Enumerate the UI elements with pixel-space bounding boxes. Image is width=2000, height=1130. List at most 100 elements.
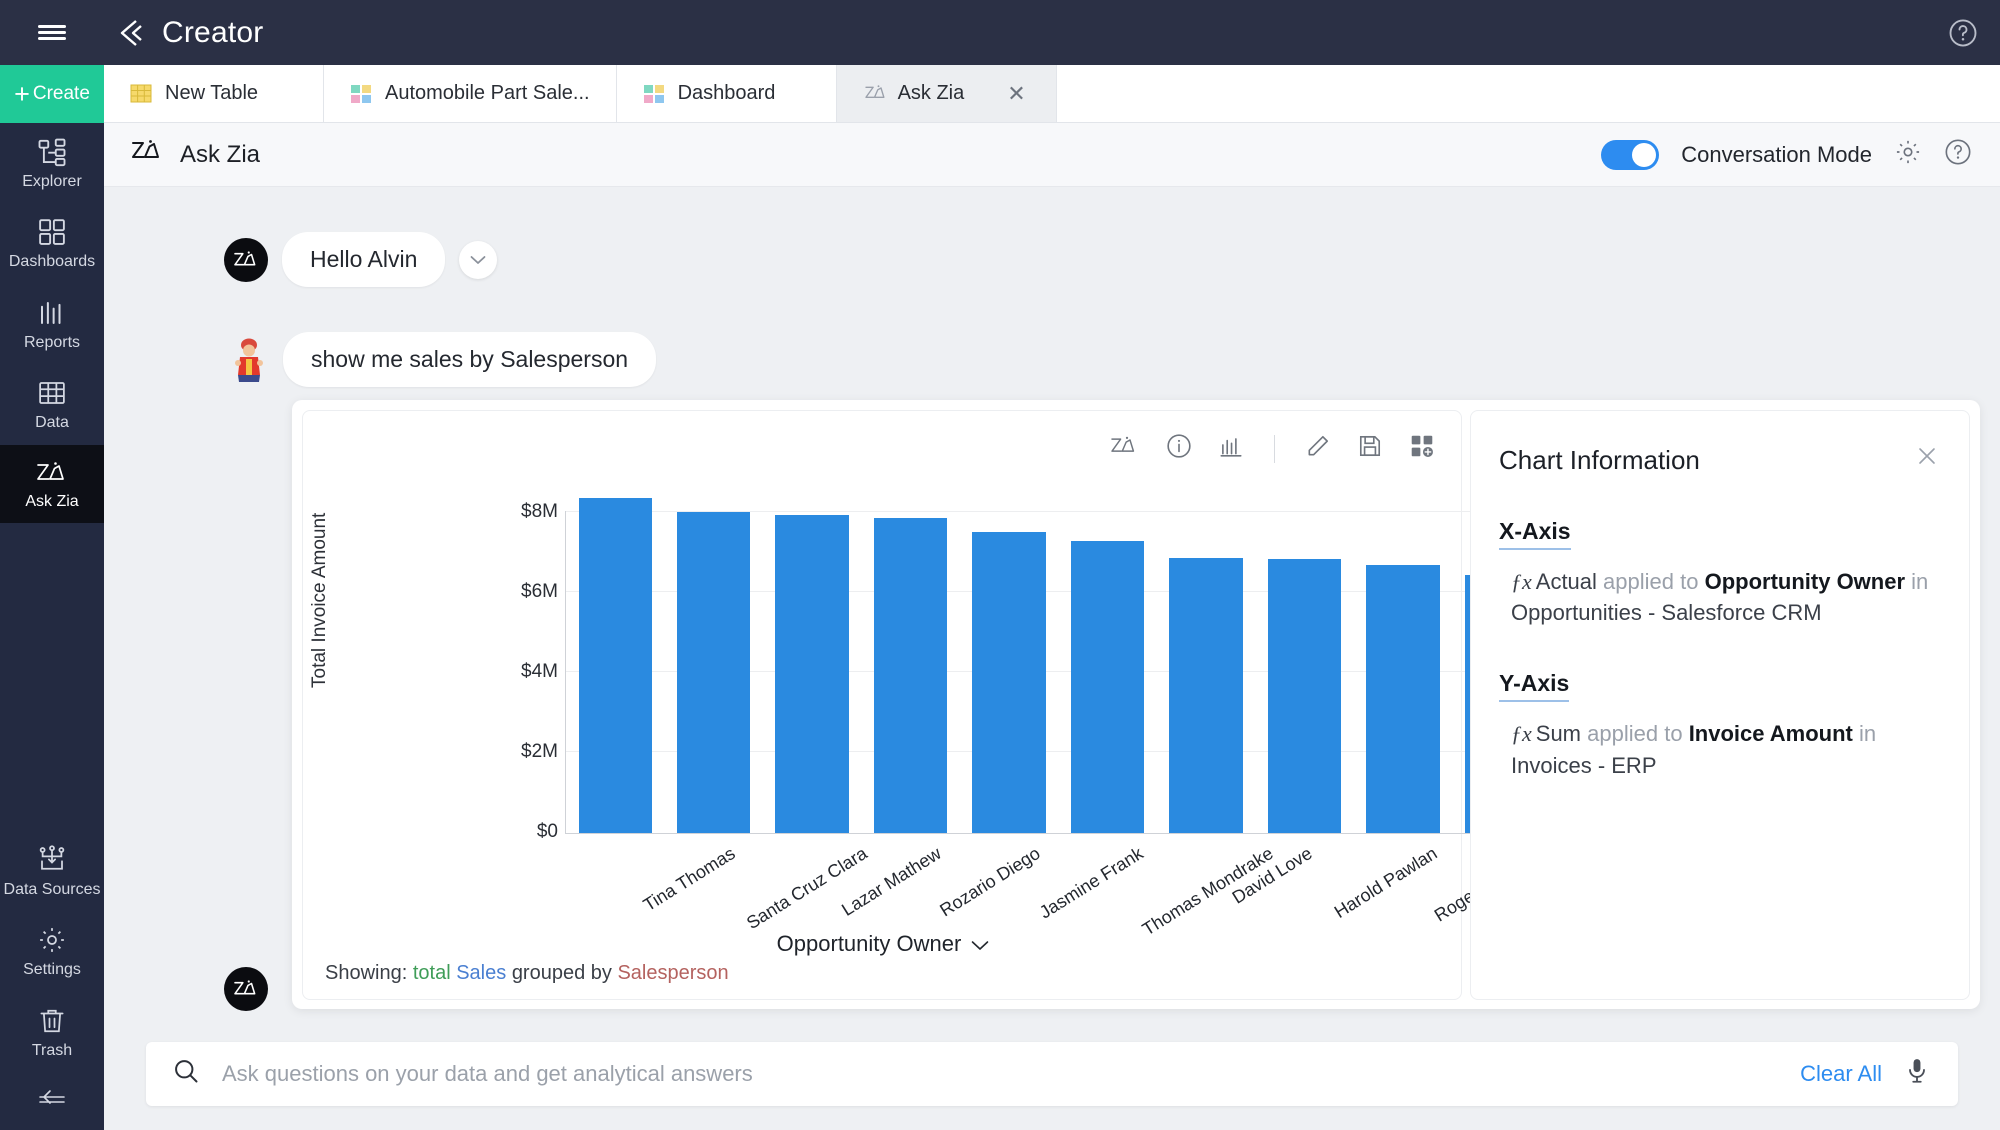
bar-chart: Total Invoice Amount $8M $6M $4M $2M $0 … [303, 473, 1463, 933]
x-axis-section: X-Axis ƒxActual applied to Opportunity O… [1499, 476, 1935, 628]
x-axis-field: Opportunity Owner [1705, 569, 1905, 594]
tab-strip: New Table Automobile Part Sale... Dashbo… [104, 65, 2000, 123]
tab-label: Automobile Part Sale... [385, 82, 590, 105]
x-tick-label: Tina Thomas [640, 843, 739, 916]
bar[interactable] [579, 498, 652, 833]
sidebar-item-dashboards[interactable]: Dashboards [0, 203, 104, 283]
bar[interactable] [1071, 541, 1144, 833]
message-bubble: show me sales by Salesperson [283, 332, 656, 387]
bar[interactable] [1366, 565, 1439, 833]
sidebar-item-trash[interactable]: Trash [0, 992, 104, 1072]
showing-metric: Sales [456, 962, 506, 984]
save-disk-icon[interactable] [1357, 433, 1383, 464]
message-zia-greeting: Hello Alvin [224, 232, 497, 287]
sidebar-item-explorer[interactable]: Explorer [0, 123, 104, 203]
zia-suggest-icon[interactable] [1108, 434, 1140, 463]
explorer-icon [37, 137, 67, 167]
help-circle-icon[interactable] [1944, 138, 1972, 171]
microphone-icon[interactable] [1904, 1057, 1930, 1090]
plus-icon: + [14, 81, 30, 108]
ask-bar: Clear All [146, 1042, 1958, 1106]
showing-prefix: Showing: [325, 962, 407, 984]
x-tick-label: Harold Pawlan [1331, 843, 1441, 923]
y-axis-source: Invoices - ERP [1511, 753, 1657, 778]
zia-avatar-icon [224, 967, 268, 1011]
y-axis-heading: Y-Axis [1499, 670, 1569, 702]
chart-showing-summary: Showing: total Sales grouped by Salesper… [325, 962, 729, 985]
bar[interactable] [1268, 559, 1341, 833]
showing-mid: grouped by [512, 962, 612, 984]
zia-icon [128, 137, 166, 172]
x-axis-source: Opportunities - Salesforce CRM [1511, 600, 1822, 625]
y-axis-in: in [1859, 721, 1876, 746]
sidebar-item-settings[interactable]: Settings [0, 911, 104, 991]
help-circle-icon[interactable] [1948, 18, 1978, 48]
sidebar-item-reports[interactable]: Reports [0, 284, 104, 364]
conversation-mode-label: Conversation Mode [1681, 142, 1872, 168]
reports-icon [37, 298, 67, 328]
x-tick-label: Santa Cruz Clara [743, 843, 871, 934]
data-table-icon [37, 378, 67, 408]
chart-toolbar [1108, 433, 1435, 464]
search-input[interactable] [222, 1061, 1778, 1087]
close-icon[interactable] [1915, 444, 1939, 473]
tab-ask-zia[interactable]: Ask Zia ✕ [837, 65, 1057, 122]
answer-card: Total Invoice Amount $8M $6M $4M $2M $0 … [292, 400, 1980, 1009]
sidebar-item-label: Settings [23, 961, 81, 979]
zia-avatar-icon [224, 238, 268, 282]
y-axis-applied-to: applied to [1587, 721, 1682, 746]
x-axis-detail: ƒxActual applied to Opportunity Owner in… [1499, 566, 1935, 628]
chevron-down-icon[interactable] [459, 241, 497, 279]
x-axis-func: Actual [1536, 569, 1597, 594]
create-button[interactable]: + Create [0, 65, 104, 123]
close-icon[interactable]: ✕ [1007, 83, 1025, 105]
dashboard-icon [350, 83, 372, 105]
y-tick-label: $8M [521, 501, 558, 523]
sidebar-item-label: Explorer [22, 173, 82, 191]
tab-dashboard[interactable]: Dashboard [617, 65, 837, 122]
page-title: Ask Zia [128, 137, 260, 172]
zia-icon [863, 83, 885, 105]
sidebar-bottom: Data Sources Settings Trash [0, 831, 104, 1130]
bar[interactable] [1169, 558, 1242, 833]
gear-icon[interactable] [1894, 138, 1922, 171]
brand: Creator [104, 16, 263, 50]
hamburger-icon[interactable] [0, 0, 104, 65]
bar[interactable] [775, 515, 848, 833]
chevron-down-icon[interactable] [971, 931, 989, 957]
creator-logo-icon [114, 16, 148, 50]
bar[interactable] [677, 512, 750, 833]
data-sources-icon [37, 845, 67, 875]
tab-new-table[interactable]: New Table [104, 65, 324, 122]
showing-total: total [413, 962, 451, 984]
table-icon [130, 83, 152, 105]
bar[interactable] [972, 532, 1045, 833]
sidebar-item-label: Dashboards [9, 253, 95, 271]
toggle-knob [1632, 143, 1656, 167]
sidebar-item-data-sources[interactable]: Data Sources [0, 831, 104, 911]
collapse-left-icon[interactable] [0, 1072, 104, 1130]
bar[interactable] [874, 518, 947, 833]
message-user-query: show me sales by Salesperson [229, 332, 656, 387]
sidebar-item-label: Trash [32, 1042, 72, 1060]
top-bar: Creator [0, 0, 2000, 65]
clear-all-button[interactable]: Clear All [1800, 1061, 1882, 1087]
y-axis-detail: ƒxSum applied to Invoice Amount in Invoi… [1499, 718, 1935, 780]
sidebar-item-data[interactable]: Data [0, 364, 104, 444]
left-sidebar: + Create Explorer Dashboards [0, 65, 104, 1130]
trash-icon [37, 1006, 67, 1036]
chart-pane: Total Invoice Amount $8M $6M $4M $2M $0 … [302, 410, 1462, 1000]
info-icon[interactable] [1166, 433, 1192, 464]
tab-label: Ask Zia [898, 82, 965, 105]
add-to-dashboard-icon[interactable] [1409, 433, 1435, 464]
x-axis-title[interactable]: Opportunity Owner [303, 931, 1463, 957]
tab-automobile-part-sale[interactable]: Automobile Part Sale... [324, 65, 617, 122]
chart-type-icon[interactable] [1218, 433, 1244, 464]
sidebar-item-ask-zia[interactable]: Ask Zia [0, 445, 104, 523]
showing-group: Salesperson [617, 962, 728, 984]
x-tick-label: Rozario Diego [937, 843, 1045, 921]
sub-header: Ask Zia Conversation Mode [104, 123, 2000, 187]
conversation-mode-toggle[interactable] [1601, 140, 1659, 170]
edit-pencil-icon[interactable] [1305, 433, 1331, 464]
y-tick-label: $0 [537, 821, 558, 843]
